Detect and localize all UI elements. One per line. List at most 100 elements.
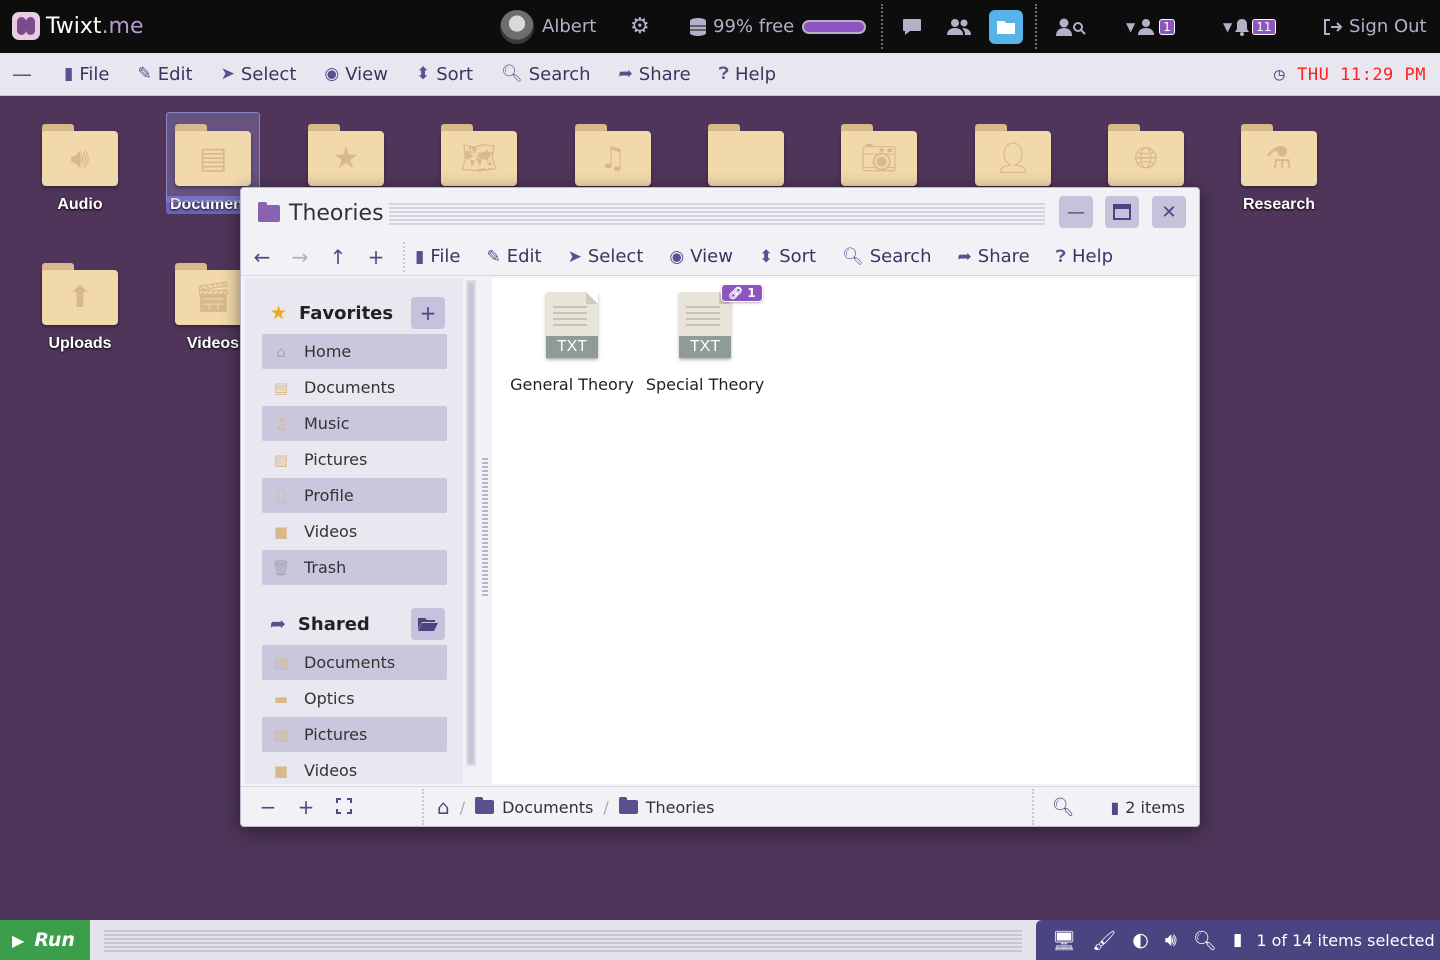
user-search-icon[interactable] [1056, 0, 1086, 53]
desktop-folder-audio[interactable]: 🔊︎ Audio [33, 124, 127, 214]
brand[interactable]: Twixt.me [12, 12, 144, 40]
menu-edit[interactable]: ✎ Edit [137, 64, 192, 85]
breadcrumb-documents[interactable]: Documents [502, 798, 593, 817]
win-menu-share[interactable]: ➦ Share [958, 246, 1030, 267]
desktop-folder-favorites[interactable]: ★ [299, 124, 393, 186]
maximize-button[interactable] [1105, 196, 1139, 228]
help-icon: ❓︎ [718, 64, 729, 84]
sign-out-button[interactable]: Sign Out [1323, 0, 1427, 53]
menu-help[interactable]: ❓︎ Help [719, 64, 776, 85]
menu-file[interactable]: ▮ File [64, 64, 109, 85]
file-name: Special Theory [645, 375, 765, 394]
friend-requests-menu[interactable]: ▼ 1 [1126, 0, 1175, 53]
home-icon[interactable]: ⌂ [437, 795, 450, 819]
map-icon: 🗺︎ [441, 131, 517, 186]
file-manager-button[interactable] [989, 0, 1023, 53]
menu-select[interactable]: ➤ Select [221, 64, 297, 85]
file-item[interactable]: TXT 🔗︎ 1 Special Theory [641, 284, 769, 394]
win-menu-edit[interactable]: ✎ Edit [486, 246, 541, 267]
run-button[interactable]: ▶ Run [0, 920, 90, 960]
pencil-icon: ✎ [486, 246, 501, 267]
zoom-out-button[interactable]: − [249, 795, 287, 819]
file-icon: ▮ [1232, 930, 1243, 950]
minimize-button[interactable]: — [1059, 196, 1093, 228]
desktop-folder-public[interactable]: 🌐︎ [1099, 124, 1193, 186]
win-menu-select[interactable]: ➤ Select [568, 246, 644, 267]
system-tray: 🖥︎ 🖌︎ ◐ 🔊︎ 🔍︎ ▮ 1 of 14 items selected [1036, 920, 1440, 960]
clock-text: THU 11:29 PM [1297, 64, 1426, 85]
win-menu-help[interactable]: ❓︎ Help [1056, 246, 1113, 267]
win-menu-search[interactable]: 🔍︎ Search [842, 246, 931, 267]
forward-button[interactable]: → [281, 245, 319, 269]
expand-icon [336, 797, 352, 814]
plus-icon: + [419, 301, 437, 325]
breadcrumb-theories[interactable]: Theories [646, 798, 715, 817]
storage-bar [802, 19, 867, 34]
menu-share[interactable]: ➦ Share [619, 64, 691, 85]
open-shared-button[interactable] [411, 608, 445, 640]
win-menu-sort[interactable]: ⬍ Sort [759, 246, 816, 267]
menu-view[interactable]: ◉ View [324, 64, 388, 85]
sidebar-item-profile[interactable]: 👤︎ Profile [262, 478, 447, 513]
clock-icon: ◷ [1273, 64, 1286, 85]
sidebar-item-music[interactable]: ♫ Music [262, 406, 447, 441]
notifications-menu[interactable]: ▼ 11 [1223, 0, 1276, 53]
shared-item-videos[interactable]: ■ Videos [262, 753, 447, 784]
close-button[interactable]: ✕ [1152, 196, 1186, 228]
minimize-all-button[interactable]: — [12, 62, 38, 86]
shared-item-documents[interactable]: ▤ Documents [262, 645, 447, 680]
new-button[interactable]: + [357, 245, 395, 269]
sidebar-scrollbar[interactable] [466, 280, 476, 766]
top-bar: Twixt.me Albert ⚙ 99% free ▼ 1 ▼ 11 Sign… [0, 0, 1440, 53]
zoom-icon[interactable]: 🔍︎ [1193, 929, 1217, 952]
video-icon: ■ [273, 761, 289, 780]
shared-item-pictures[interactable]: ▨ Pictures [262, 717, 447, 752]
zoom-icon[interactable]: 🔍︎ [1052, 797, 1075, 818]
user-menu[interactable]: Albert [500, 0, 596, 53]
gear-icon[interactable]: ⚙ [630, 0, 650, 53]
pane-splitter[interactable] [482, 458, 488, 598]
sidebar: ★ Favorites + ⌂ Home ▤ Documents ♫ Music ▨ P… [245, 278, 463, 784]
win-menu-file[interactable]: ▮ File [415, 246, 460, 267]
desktop-folder-profile[interactable]: 👤︎ [966, 124, 1060, 186]
desktop-folder-music[interactable]: ♫ [566, 124, 660, 186]
volume-icon[interactable]: 🔊︎ [1165, 929, 1177, 951]
breadcrumb: ⌂ / Documents / Theories [437, 795, 715, 819]
clock[interactable]: ◷ THU 11:29 PM [1274, 53, 1426, 96]
sidebar-item-pictures[interactable]: ▨ Pictures [262, 442, 447, 477]
desktop-folder-maps[interactable]: 🗺︎ [432, 124, 526, 186]
file-item[interactable]: TXT General Theory [508, 292, 636, 394]
desktop-folder-pictures[interactable]: 📷︎ [832, 124, 926, 186]
window-title-bar[interactable]: Theories — ✕ [241, 188, 1199, 238]
sidebar-item-videos[interactable]: ■ Videos [262, 514, 447, 549]
sidebar-item-home[interactable]: ⌂ Home [262, 334, 447, 369]
file-name: General Theory [510, 375, 634, 394]
back-button[interactable]: ← [243, 245, 281, 269]
desktop-folder-research[interactable]: ⚗ Research [1232, 124, 1326, 214]
sidebar-item-trash[interactable]: 🗑︎ Trash [262, 550, 447, 585]
image-icon: ▨ [273, 450, 289, 469]
contrast-icon[interactable]: ◐ [1132, 929, 1149, 951]
sidebar-item-documents[interactable]: ▤ Documents [262, 370, 447, 405]
menu-search[interactable]: 🔍︎ Search [501, 64, 590, 85]
monitor-icon[interactable]: 🖥︎ [1052, 929, 1076, 952]
brush-icon[interactable]: 🖌︎ [1092, 929, 1116, 952]
fit-button[interactable] [325, 795, 363, 819]
storage-indicator[interactable]: 99% free [689, 0, 867, 53]
add-favorite-button[interactable]: + [411, 297, 445, 329]
search-icon: 🔍︎ [501, 64, 523, 84]
contacts-icon[interactable] [946, 0, 972, 53]
menu-sort[interactable]: ⬍ Sort [416, 64, 473, 85]
up-button[interactable]: ↑ [319, 245, 357, 269]
desktop-folder-uploads[interactable]: ⬆ Uploads [33, 263, 127, 353]
folder-icon [258, 201, 280, 222]
win-menu-view[interactable]: ◉ View [669, 246, 733, 267]
desktop-folder-blank[interactable] [699, 124, 793, 186]
arrow-right-icon: → [291, 244, 309, 269]
close-icon: ✕ [1161, 201, 1177, 223]
drag-handle[interactable] [389, 201, 1045, 225]
shared-item-optics[interactable]: ▬ Optics [262, 681, 447, 716]
zoom-in-button[interactable]: + [287, 795, 325, 819]
chat-icon[interactable] [902, 0, 922, 53]
desktop-menu-bar: — ▮ File ✎ Edit ➤ Select ◉ View ⬍ Sort 🔍︎ Sear… [0, 53, 1440, 96]
